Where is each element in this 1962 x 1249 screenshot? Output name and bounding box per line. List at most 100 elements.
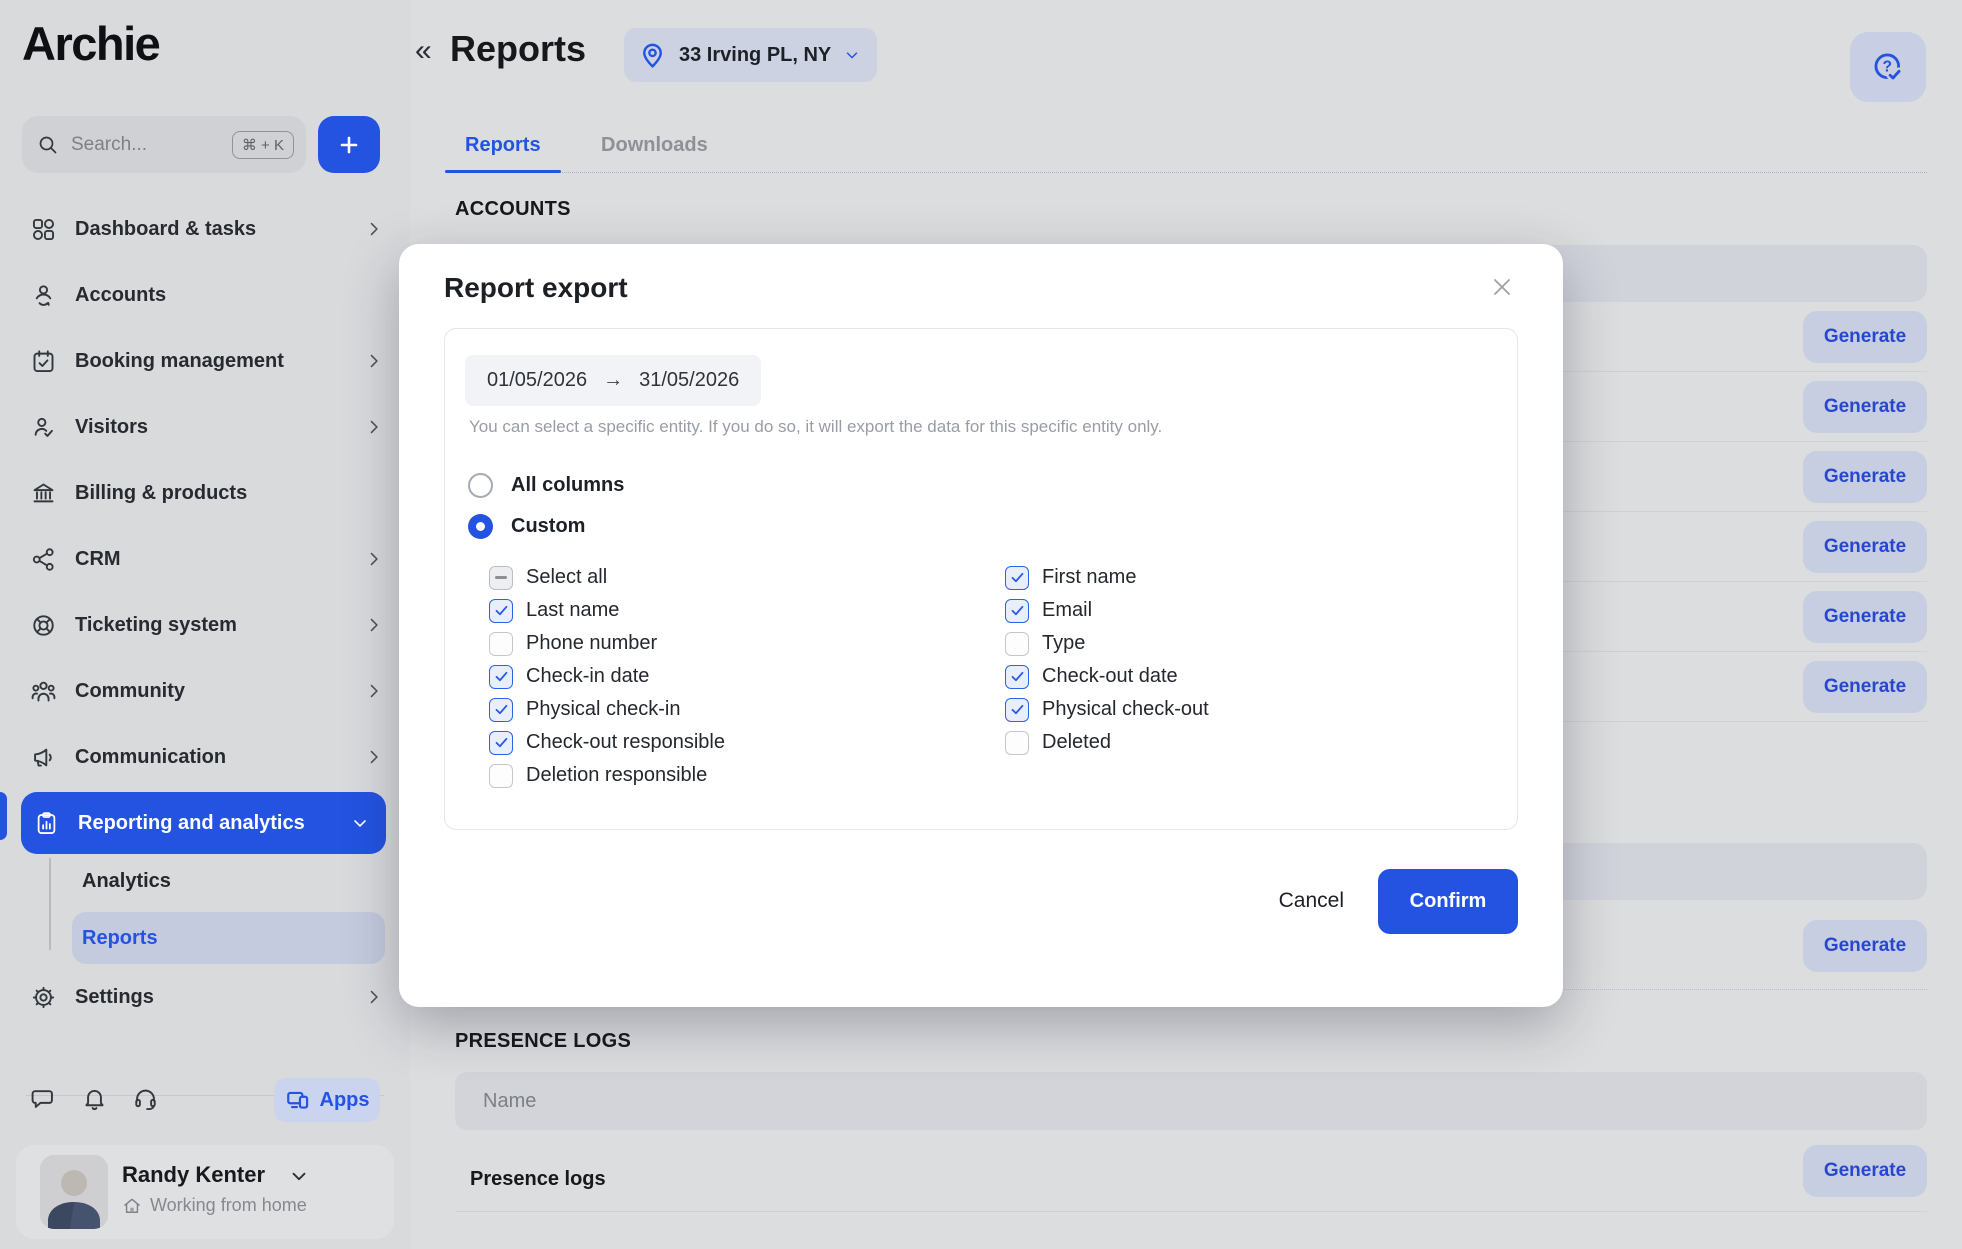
tab-downloads[interactable]: Downloads [591, 128, 718, 171]
chat-icon[interactable] [30, 1085, 57, 1112]
date-from[interactable]: 01/05/2026 [487, 369, 587, 392]
presence-logs-heading: PRESENCE LOGS [455, 1030, 631, 1053]
sidebar-item-reporting-and-analytics[interactable]: Reporting and analytics [21, 792, 386, 854]
modal-title: Report export [444, 272, 628, 304]
accounts-section-heading: ACCOUNTS [455, 198, 571, 221]
generate-button[interactable]: Generate [1803, 591, 1927, 643]
checkbox-box [1005, 566, 1029, 590]
megaphone-icon [30, 744, 57, 771]
confirm-button[interactable]: Confirm [1378, 869, 1518, 934]
checkbox-box [489, 698, 513, 722]
generate-button[interactable]: Generate [1803, 451, 1927, 503]
checkbox-label: Deleted [1042, 731, 1111, 754]
sidebar-item-ticketing-system[interactable]: Ticketing system [0, 592, 410, 658]
presence-name-input[interactable] [455, 1072, 1927, 1130]
checkbox-label: Check-out responsible [526, 731, 725, 754]
generate-button[interactable]: Generate [1803, 920, 1927, 972]
entity-hint-text: You can select a specific entity. If you… [469, 417, 1162, 437]
checkbox-email[interactable]: Email [1005, 594, 1209, 627]
checkbox-check-out-date[interactable]: Check-out date [1005, 660, 1209, 693]
bell-icon[interactable] [81, 1085, 108, 1112]
help-circle-check-icon: ? [1871, 50, 1905, 84]
sidebar-item-visitors[interactable]: Visitors [0, 394, 410, 460]
search-input[interactable]: Search... ⌘ + K [22, 116, 306, 173]
checkbox-column-right: First nameEmailType Check-out date Physica… [1005, 561, 1209, 759]
sidebar-item-billing-products[interactable]: Billing & products [0, 460, 410, 526]
tab-bar: Reports Downloads [455, 128, 1927, 173]
lifebuoy-icon [30, 612, 57, 639]
person-check-icon [30, 414, 57, 441]
chevron-down-icon[interactable] [288, 1165, 310, 1187]
chevron-right-icon [364, 987, 384, 1007]
sidebar-item-communication[interactable]: Communication [0, 724, 410, 790]
sidebar-item-dashboard-tasks[interactable]: Dashboard & tasks [0, 196, 410, 262]
chevron-right-icon [364, 615, 384, 635]
calendar-check-icon [30, 348, 57, 375]
sidebar-item-community[interactable]: Community [0, 658, 410, 724]
radio-label: Custom [511, 515, 585, 538]
radio-label: All columns [511, 474, 624, 497]
radio-custom[interactable]: Custom [468, 514, 585, 539]
tree-line [49, 858, 51, 950]
generate-button[interactable]: Generate [1803, 661, 1927, 713]
help-button[interactable]: ? [1850, 32, 1926, 102]
radio-button [468, 473, 493, 498]
generate-button[interactable]: Generate [1803, 521, 1927, 573]
checkbox-box [489, 599, 513, 623]
collapse-sidebar-button[interactable]: « [415, 34, 432, 68]
sidebar-item-label: Accounts [75, 284, 384, 307]
sidebar-item-crm[interactable]: CRM [0, 526, 410, 592]
checkbox-box [489, 632, 513, 656]
chevron-down-icon [843, 46, 861, 64]
sidebar-item-accounts[interactable]: Accounts [0, 262, 410, 328]
sidebar-subitem-reports[interactable]: Reports [72, 912, 385, 964]
checkbox-label: Check-in date [526, 665, 649, 688]
sidebar-item-booking-management[interactable]: Booking management [0, 328, 410, 394]
sidebar-item-settings[interactable]: Settings [0, 964, 410, 1030]
checkbox-label: Check-out date [1042, 665, 1178, 688]
generate-button[interactable]: Generate [1803, 1145, 1927, 1197]
headset-icon[interactable] [132, 1085, 159, 1112]
close-icon[interactable] [1489, 274, 1515, 300]
sidebar-item-label: Billing & products [75, 482, 384, 505]
active-page-edge-indicator [0, 792, 7, 840]
checkbox-deleted[interactable]: Deleted [1005, 726, 1209, 759]
apps-button[interactable]: Apps [274, 1078, 380, 1122]
sidebar-item-label: Visitors [75, 416, 364, 439]
radio-all-columns[interactable]: All columns [468, 473, 624, 498]
checkbox-box [489, 566, 513, 590]
user-status: Working from home [122, 1195, 307, 1216]
location-selector[interactable]: 33 Irving PL, NY [624, 28, 877, 82]
checkbox-box [1005, 731, 1029, 755]
app-logo: Archie [22, 16, 159, 71]
generate-button[interactable]: Generate [1803, 311, 1927, 363]
share-icon [30, 546, 57, 573]
clipboard-chart-icon [33, 810, 60, 837]
checkbox-check-out-responsible[interactable]: Check-out responsible [489, 726, 725, 759]
user-menu[interactable]: Randy Kenter Working from home [16, 1145, 394, 1239]
tab-reports[interactable]: Reports [455, 128, 551, 171]
checkbox-physical-check-out[interactable]: Physical check-out [1005, 693, 1209, 726]
add-button[interactable] [318, 116, 380, 173]
person-sync-icon [30, 282, 57, 309]
checkbox-phone-number[interactable]: Phone number [489, 627, 725, 660]
sidebar-subitem-analytics[interactable]: Analytics [0, 856, 410, 906]
checkbox-physical-check-in[interactable]: Physical check-in [489, 693, 725, 726]
date-range-picker[interactable]: 01/05/2026 → 31/05/2026 [465, 355, 761, 406]
checkbox-first-name[interactable]: First name [1005, 561, 1209, 594]
sidebar-item-label: Reporting and analytics [78, 812, 350, 835]
modal-actions: Cancel Confirm [1279, 868, 1518, 934]
checkbox-deletion-responsible[interactable]: Deletion responsible [489, 759, 725, 792]
cancel-button[interactable]: Cancel [1279, 889, 1344, 913]
date-to[interactable]: 31/05/2026 [639, 369, 739, 392]
generate-button[interactable]: Generate [1803, 381, 1927, 433]
checkbox-column-left: Select allLast namePhone number Check-in … [489, 561, 725, 792]
chevron-right-icon [364, 351, 384, 371]
sidebar: Archie Search... ⌘ + K Dashboard & tasks… [0, 0, 410, 1249]
checkbox-last-name[interactable]: Last name [489, 594, 725, 627]
checkbox-select-all[interactable]: Select all [489, 561, 725, 594]
sidebar-item-label: Communication [75, 746, 364, 769]
grid-icon [30, 216, 57, 243]
checkbox-type[interactable]: Type [1005, 627, 1209, 660]
checkbox-check-in-date[interactable]: Check-in date [489, 660, 725, 693]
